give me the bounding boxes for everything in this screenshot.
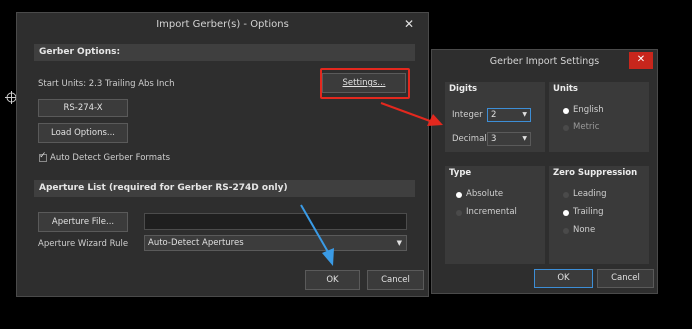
- start-units-label: Start Units: 2.3 Trailing Abs Inch: [38, 79, 175, 89]
- decimal-value: 3: [491, 134, 497, 144]
- metric-radio[interactable]: [563, 125, 569, 131]
- dialog-title-bar: Import Gerber(s) - Options ✕: [17, 13, 428, 37]
- auto-detect-label: Auto Detect Gerber Formats: [50, 153, 170, 163]
- none-label: None: [573, 225, 596, 235]
- settings-title-bar: Gerber Import Settings ✕: [432, 50, 657, 74]
- close-icon[interactable]: ✕: [629, 52, 653, 69]
- english-label: English: [573, 105, 604, 115]
- incremental-radio[interactable]: [456, 210, 462, 216]
- zero-suppression-header: Zero Suppression: [553, 168, 638, 178]
- integer-label: Integer: [452, 110, 483, 120]
- wizard-rule-label: Aperture Wizard Rule: [38, 239, 129, 249]
- zero-suppression-group: Zero Suppression Leading Trailing None: [549, 166, 649, 264]
- leading-label: Leading: [573, 189, 607, 199]
- gerber-options-header: Gerber Options:: [34, 44, 415, 61]
- incremental-label: Incremental: [466, 207, 517, 217]
- type-header: Type: [449, 168, 472, 178]
- chevron-down-icon: ▼: [522, 135, 527, 142]
- dialog-title: Import Gerber(s) - Options: [156, 19, 289, 30]
- chevron-down-icon: ▼: [396, 239, 402, 247]
- wizard-rule-select[interactable]: Auto-Detect Apertures ▼: [144, 235, 407, 251]
- digits-group: Digits Integer 2 ▼ Decimal 3 ▼: [445, 82, 545, 152]
- integer-select[interactable]: 2 ▼: [487, 108, 531, 122]
- settings-dialog-title: Gerber Import Settings: [489, 56, 600, 67]
- import-gerber-options-dialog: Import Gerber(s) - Options ✕ Gerber Opti…: [16, 12, 429, 297]
- absolute-label: Absolute: [466, 189, 504, 199]
- ok-button[interactable]: OK: [305, 270, 360, 290]
- decimal-label: Decimal: [452, 134, 487, 144]
- cancel-button[interactable]: Cancel: [367, 270, 424, 290]
- absolute-radio[interactable]: [456, 192, 462, 198]
- units-group: Units English Metric: [549, 82, 649, 152]
- settings-highlight-box: [320, 68, 410, 99]
- units-header: Units: [553, 84, 578, 94]
- chevron-down-icon: ▼: [522, 111, 527, 118]
- aperture-list-header: Aperture List (required for Gerber RS-27…: [34, 180, 415, 197]
- metric-label: Metric: [573, 122, 600, 132]
- decimal-select[interactable]: 3 ▼: [487, 132, 531, 146]
- auto-detect-checkbox[interactable]: [39, 151, 47, 162]
- wizard-rule-value: Auto-Detect Apertures: [148, 238, 244, 248]
- none-radio[interactable]: [563, 228, 569, 234]
- gerber-import-settings-dialog: Gerber Import Settings ✕ Digits Integer …: [431, 49, 658, 294]
- close-icon[interactable]: ✕: [404, 13, 414, 35]
- leading-radio[interactable]: [563, 192, 569, 198]
- trailing-radio[interactable]: [563, 210, 569, 216]
- aperture-file-input[interactable]: [144, 213, 407, 230]
- english-radio[interactable]: [563, 108, 569, 114]
- aperture-file-button[interactable]: Aperture File...: [38, 212, 128, 232]
- rs274x-button[interactable]: RS-274-X: [38, 99, 128, 117]
- settings-ok-button[interactable]: OK: [534, 269, 593, 288]
- digits-header: Digits: [449, 84, 478, 94]
- trailing-label: Trailing: [573, 207, 604, 217]
- integer-value: 2: [491, 110, 497, 120]
- type-group: Type Absolute Incremental: [445, 166, 545, 264]
- settings-cancel-button[interactable]: Cancel: [597, 269, 654, 288]
- load-options-button[interactable]: Load Options...: [38, 123, 128, 143]
